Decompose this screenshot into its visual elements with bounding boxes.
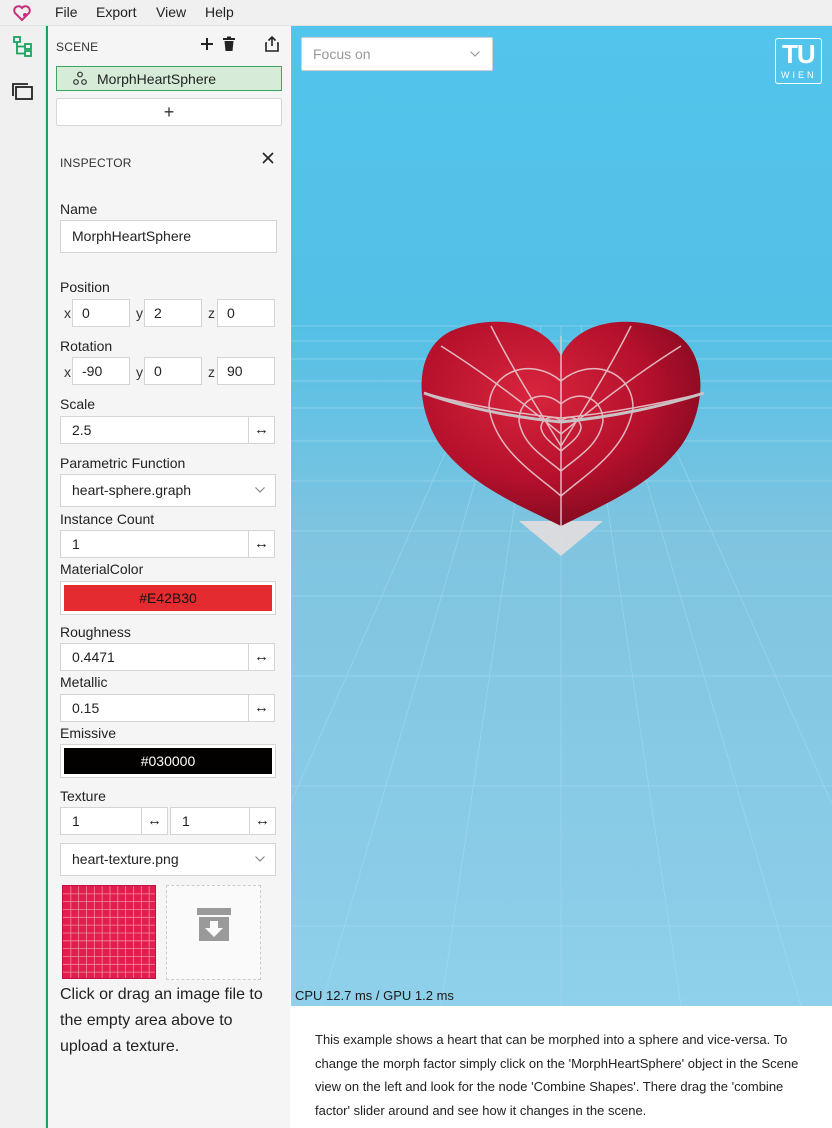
tu-wien-logo: TU WIEN bbox=[775, 38, 822, 84]
rotation-z-axis: z bbox=[208, 364, 215, 380]
parametric-function-select[interactable]: heart-sphere.graph bbox=[60, 474, 276, 507]
position-z-axis: z bbox=[208, 305, 215, 321]
texture-drop-area[interactable] bbox=[166, 885, 261, 980]
position-z-input[interactable]: 0 bbox=[217, 299, 275, 327]
texture-label: Texture bbox=[60, 788, 106, 804]
files-icon[interactable] bbox=[11, 80, 35, 104]
chevron-down-icon bbox=[470, 51, 480, 57]
delete-icon[interactable] bbox=[220, 35, 238, 53]
metallic-drag-handle[interactable]: ↔ bbox=[248, 695, 274, 721]
scale-field[interactable]: 2.5 ↔ bbox=[60, 416, 275, 444]
scene-render bbox=[291, 321, 832, 1006]
texture-u-drag-handle[interactable]: ↔ bbox=[141, 808, 167, 834]
logo-wien-text: WIEN bbox=[781, 70, 817, 80]
parametric-function-label: Parametric Function bbox=[60, 455, 186, 471]
rotation-z-input[interactable]: 90 bbox=[217, 357, 275, 385]
roughness-value: 0.4471 bbox=[72, 649, 115, 665]
description-text: This example shows a heart that can be m… bbox=[315, 1032, 799, 1118]
texture-v-field[interactable]: 1 ↔ bbox=[170, 807, 276, 835]
focus-placeholder: Focus on bbox=[313, 46, 371, 62]
inspector-title: INSPECTOR bbox=[60, 156, 132, 170]
activity-bar bbox=[0, 26, 46, 1128]
texture-v-value: 1 bbox=[182, 813, 190, 829]
logo-tu-text: TU bbox=[782, 39, 816, 69]
metallic-field[interactable]: 0.15 ↔ bbox=[60, 694, 275, 722]
material-color-picker[interactable]: #E42B30 bbox=[60, 581, 276, 615]
side-panel: SCENE MorphHeartSphere + INSPECTOR Name … bbox=[46, 26, 290, 1128]
archive-download-icon bbox=[197, 908, 231, 941]
3d-viewport[interactable]: Focus on TU WIEN CPU 12.7 ms / GPU 1.2 m… bbox=[291, 26, 832, 1006]
close-icon[interactable] bbox=[260, 150, 276, 166]
scene-item-label: MorphHeartSphere bbox=[97, 71, 217, 87]
scale-value: 2.5 bbox=[72, 422, 92, 438]
menu-view[interactable]: View bbox=[156, 4, 186, 20]
share-icon[interactable] bbox=[263, 35, 281, 53]
menu-help[interactable]: Help bbox=[205, 4, 234, 20]
example-description: This example shows a heart that can be m… bbox=[291, 1006, 832, 1128]
chevron-down-icon bbox=[255, 487, 265, 493]
add-scene-object-button[interactable]: + bbox=[56, 98, 282, 126]
menu-bar: File Export View Help bbox=[0, 0, 832, 26]
material-color-label: MaterialColor bbox=[60, 561, 144, 577]
position-label: Position bbox=[60, 279, 110, 295]
texture-thumbnail[interactable] bbox=[62, 885, 156, 979]
position-x-axis: x bbox=[64, 305, 71, 321]
add-node-icon[interactable] bbox=[198, 35, 216, 53]
scale-label: Scale bbox=[60, 396, 96, 412]
name-label: Name bbox=[60, 201, 98, 217]
texture-help-text: Click or drag an image file to the empty… bbox=[60, 986, 263, 1055]
texture-file-select[interactable]: heart-texture.png bbox=[60, 843, 276, 876]
emissive-color-picker[interactable]: #030000 bbox=[60, 744, 276, 778]
scene-tree-icon[interactable] bbox=[11, 34, 35, 58]
focus-select[interactable]: Focus on bbox=[301, 37, 493, 71]
instance-count-drag-handle[interactable]: ↔ bbox=[248, 531, 274, 557]
rotation-y-axis: y bbox=[136, 364, 143, 380]
chevron-down-icon bbox=[255, 856, 265, 862]
name-input[interactable]: MorphHeartSphere bbox=[60, 220, 277, 253]
roughness-field[interactable]: 0.4471 ↔ bbox=[60, 643, 275, 671]
texture-file-value: heart-texture.png bbox=[72, 851, 179, 867]
rotation-y-input[interactable]: 0 bbox=[144, 357, 202, 385]
instance-count-value: 1 bbox=[72, 536, 80, 552]
texture-v-drag-handle[interactable]: ↔ bbox=[249, 808, 275, 834]
roughness-drag-handle[interactable]: ↔ bbox=[248, 644, 274, 670]
emissive-color-value: #030000 bbox=[64, 748, 272, 774]
instance-count-field[interactable]: 1 ↔ bbox=[60, 530, 275, 558]
texture-u-value: 1 bbox=[72, 813, 80, 829]
metallic-value: 0.15 bbox=[72, 700, 100, 716]
position-x-input[interactable]: 0 bbox=[72, 299, 130, 327]
emissive-label: Emissive bbox=[60, 725, 117, 741]
parametric-function-value: heart-sphere.graph bbox=[72, 482, 192, 498]
menu-file[interactable]: File bbox=[55, 4, 78, 20]
menu-export[interactable]: Export bbox=[96, 4, 136, 20]
position-y-axis: y bbox=[136, 305, 143, 321]
roughness-label: Roughness bbox=[60, 624, 131, 640]
metallic-label: Metallic bbox=[60, 674, 108, 690]
texture-u-field[interactable]: 1 ↔ bbox=[60, 807, 168, 835]
scene-title: SCENE bbox=[56, 40, 99, 54]
material-color-value: #E42B30 bbox=[64, 585, 272, 611]
instance-count-label: Instance Count bbox=[60, 511, 155, 527]
rotation-x-input[interactable]: -90 bbox=[72, 357, 130, 385]
performance-readout: CPU 12.7 ms / GPU 1.2 ms bbox=[295, 988, 454, 1003]
scale-drag-handle[interactable]: ↔ bbox=[248, 417, 274, 443]
app-logo-icon bbox=[13, 5, 31, 22]
rotation-label: Rotation bbox=[60, 338, 113, 354]
scene-item-morphheartsphere[interactable]: MorphHeartSphere bbox=[56, 66, 282, 91]
position-y-input[interactable]: 2 bbox=[144, 299, 202, 327]
rotation-x-axis: x bbox=[64, 364, 71, 380]
node-graph-icon bbox=[73, 71, 87, 85]
